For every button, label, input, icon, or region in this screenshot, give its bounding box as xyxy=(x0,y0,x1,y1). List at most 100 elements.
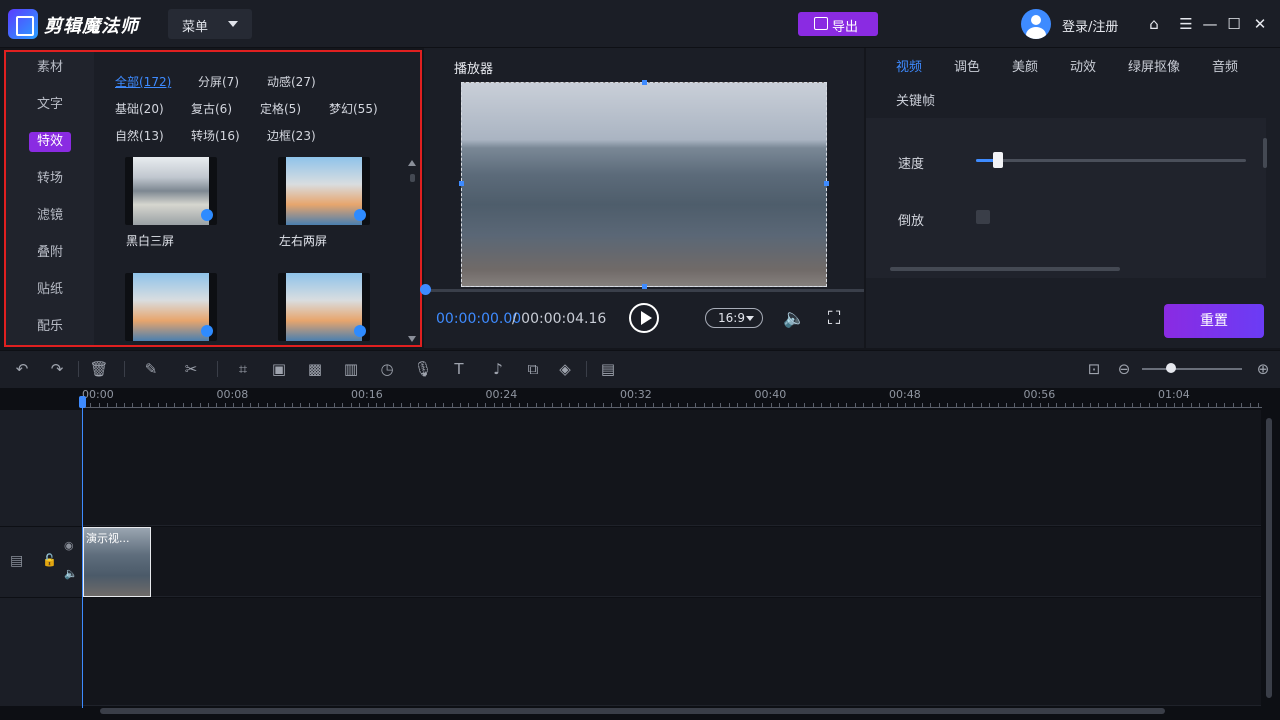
copy-icon[interactable]: ⧉ xyxy=(523,359,543,379)
property-scrollbar[interactable] xyxy=(1262,118,1268,278)
undo-icon[interactable]: ↶ xyxy=(12,359,32,379)
zoom-out-icon[interactable]: ⊖ xyxy=(1114,359,1134,379)
login-link[interactable]: 登录/注册 xyxy=(1062,16,1118,35)
category-transition[interactable]: 转场 xyxy=(6,166,94,192)
delete-icon[interactable]: 🗑 xyxy=(89,359,109,379)
close-icon[interactable]: ✕ xyxy=(1250,14,1270,34)
timeline-vscroll[interactable] xyxy=(1266,418,1272,698)
category-sticker[interactable]: 贴纸 xyxy=(6,277,94,303)
film-icon[interactable]: ▤ xyxy=(598,359,618,379)
category-material[interactable]: 素材 xyxy=(6,55,94,81)
speed-slider[interactable] xyxy=(976,159,1246,162)
tag-dynamic[interactable]: 动感(27) xyxy=(267,73,316,90)
ruler-tick xyxy=(1132,403,1133,407)
tab-keyframe[interactable]: 关键帧 xyxy=(896,90,935,109)
playhead-handle[interactable] xyxy=(79,396,86,408)
crop-icon[interactable]: ⌗ xyxy=(233,359,253,379)
tag-retro[interactable]: 复古(6) xyxy=(191,100,232,117)
download-icon[interactable] xyxy=(201,209,213,221)
zoom-in-icon[interactable]: ⊕ xyxy=(1253,359,1273,379)
reverse-checkbox[interactable] xyxy=(976,210,990,224)
clock-icon[interactable]: ◷ xyxy=(377,359,397,379)
mic-icon[interactable]: 🎙 xyxy=(413,359,433,379)
redo-icon[interactable]: ↷ xyxy=(47,359,67,379)
scroll-thumb[interactable] xyxy=(410,174,415,182)
download-icon[interactable] xyxy=(201,325,213,337)
edit-icon[interactable]: ✎ xyxy=(141,359,161,379)
category-text[interactable]: 文字 xyxy=(6,92,94,118)
fullscreen-icon[interactable]: ⛶ xyxy=(823,308,845,330)
ruler-tick xyxy=(434,403,436,407)
tag-transition[interactable]: 转场(16) xyxy=(191,127,240,144)
property-hscroll[interactable] xyxy=(880,266,1250,272)
timeline-zoom-knob[interactable] xyxy=(1166,363,1176,373)
tag-basic[interactable]: 基础(20) xyxy=(115,100,164,117)
audio-icon[interactable]: 🔈 xyxy=(64,567,78,580)
ruler-tick xyxy=(846,403,848,407)
tag-all[interactable]: 全部(172) xyxy=(115,73,171,90)
lock-icon[interactable]: 🔓 xyxy=(42,553,57,567)
frame-icon[interactable]: ▣ xyxy=(269,359,289,379)
video-preview[interactable] xyxy=(459,80,829,289)
voice-change-icon[interactable]: ♪ xyxy=(488,359,508,379)
timeline-ruler[interactable]: 00:00 00:08 00:16 00:24 00:32 00:40 00:48 00:56… xyxy=(82,388,1262,410)
resize-handle[interactable] xyxy=(459,181,464,186)
tab-beauty[interactable]: 美颜 xyxy=(1012,56,1038,75)
timeline-hscroll[interactable] xyxy=(100,708,1165,714)
volume-icon[interactable]: 🔈 xyxy=(783,308,805,330)
effect-thumb-4[interactable] xyxy=(278,273,370,341)
category-effects[interactable]: 特效 xyxy=(6,129,94,155)
effect-thumb-bw-three[interactable] xyxy=(125,157,217,225)
video-clip[interactable]: 演示视... xyxy=(83,527,151,597)
tag-split[interactable]: 分屏(7) xyxy=(198,73,239,90)
export-button[interactable]: 导出 xyxy=(798,12,878,36)
scroll-up-icon[interactable] xyxy=(408,160,416,166)
tab-audio[interactable]: 音频 xyxy=(1212,56,1238,75)
tag-border[interactable]: 边框(23) xyxy=(267,127,316,144)
download-icon[interactable] xyxy=(354,209,366,221)
track-empty[interactable] xyxy=(83,410,1261,526)
effect-thumb-3[interactable] xyxy=(125,273,217,341)
resize-handle[interactable] xyxy=(642,80,647,85)
mosaic-icon[interactable]: ▩ xyxy=(305,359,325,379)
timeline-zoom-slider[interactable] xyxy=(1142,368,1242,370)
maximize-icon[interactable]: ☐ xyxy=(1224,14,1244,34)
effect-thumb-lr-two[interactable] xyxy=(278,157,370,225)
eye-icon[interactable]: ◉ xyxy=(64,539,74,552)
menu-hamburger-icon[interactable]: ☰ xyxy=(1176,14,1196,34)
play-button[interactable] xyxy=(629,303,659,333)
user-avatar-icon[interactable] xyxy=(1021,9,1051,39)
resize-handle[interactable] xyxy=(824,181,829,186)
playback-progress[interactable] xyxy=(424,289,864,292)
tab-greenscreen[interactable]: 绿屏抠像 xyxy=(1128,56,1180,75)
download-icon[interactable] xyxy=(354,325,366,337)
effects-scrollbar[interactable] xyxy=(408,160,416,346)
scroll-down-icon[interactable] xyxy=(408,336,416,342)
tag-nature[interactable]: 自然(13) xyxy=(115,127,164,144)
tag-dream[interactable]: 梦幻(55) xyxy=(329,100,378,117)
category-filter[interactable]: 滤镜 xyxy=(6,203,94,229)
aspect-ratio-select[interactable]: 16:9 xyxy=(705,308,763,328)
text-to-speech-icon[interactable]: T xyxy=(449,359,469,379)
minimize-icon[interactable]: — xyxy=(1200,14,1220,34)
speed-slider-knob[interactable] xyxy=(992,152,1003,168)
tag-freeze[interactable]: 定格(5) xyxy=(260,100,301,117)
tab-video[interactable]: 视频 xyxy=(896,56,922,75)
split-icon[interactable]: ✂ xyxy=(181,359,201,379)
bars-icon[interactable]: ▥ xyxy=(341,359,361,379)
category-music[interactable]: 配乐 xyxy=(6,314,94,340)
ruler-tick xyxy=(1098,403,1100,407)
reset-button[interactable]: 重置 xyxy=(1164,304,1264,338)
menu-dropdown[interactable]: 菜单 xyxy=(168,9,252,39)
home-icon[interactable]: ⌂ xyxy=(1144,14,1164,34)
freeze-icon[interactable]: ◈ xyxy=(555,359,575,379)
progress-handle[interactable] xyxy=(420,284,431,295)
track-video[interactable] xyxy=(83,527,1261,597)
track-empty-2[interactable] xyxy=(83,598,1261,706)
category-overlay[interactable]: 叠附 xyxy=(6,240,94,266)
fit-timeline-icon[interactable]: ⊡ xyxy=(1084,359,1104,379)
tab-color[interactable]: 调色 xyxy=(954,56,980,75)
tab-animation[interactable]: 动效 xyxy=(1070,56,1096,75)
playhead[interactable] xyxy=(82,396,83,708)
export-label: 导出 xyxy=(832,20,859,35)
